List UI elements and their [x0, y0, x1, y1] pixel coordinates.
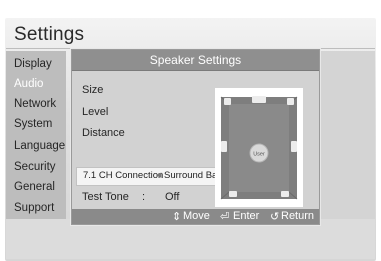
speaker-surround-back-left-icon — [229, 191, 237, 197]
right-panel-fill — [318, 51, 375, 219]
return-icon: ↺ — [270, 211, 280, 223]
arrow-left-icon[interactable]: ◀ — [156, 171, 161, 179]
speaker-center-icon — [252, 96, 266, 103]
speaker-front-left-icon — [224, 98, 231, 105]
menu-item-security[interactable]: Security — [14, 161, 56, 173]
speaker-layout-diagram: User — [215, 88, 303, 207]
menu-item-general[interactable]: General — [14, 181, 55, 193]
speaker-front-right-icon — [287, 98, 294, 105]
menu-item-language[interactable]: Language — [14, 140, 65, 152]
menu-item-audio[interactable]: Audio — [14, 78, 43, 90]
option-size[interactable]: Size — [82, 84, 103, 96]
speaker-surround-back-right-icon — [281, 191, 289, 197]
test-tone-separator: : — [142, 191, 146, 203]
enter-icon: ⏎ — [220, 211, 230, 223]
footer-enter: Enter — [233, 210, 260, 222]
dialog-title: Speaker Settings — [72, 50, 319, 71]
menu-item-network[interactable]: Network — [14, 98, 56, 110]
option-level[interactable]: Level — [82, 106, 108, 118]
menu-item-system[interactable]: System — [14, 118, 52, 130]
connection-label: 7.1 CH Connection — [83, 170, 164, 181]
user-listener-icon: User — [249, 143, 269, 163]
bottom-panel-fill — [6, 219, 375, 259]
option-distance[interactable]: Distance — [82, 127, 125, 139]
dialog-footer: ⇕ Move ⏎ Enter ↺ Return — [72, 209, 319, 224]
menu-item-display[interactable]: Display — [14, 58, 52, 70]
speaker-surround-left-icon — [221, 141, 227, 152]
page-title: Settings — [14, 24, 85, 45]
test-tone-value: Off — [165, 191, 180, 203]
footer-return: Return — [281, 210, 315, 222]
speaker-settings-dialog: Speaker Settings Size Level Distance 7.1… — [71, 49, 320, 225]
footer-move: Move — [183, 210, 210, 222]
move-updown-icon: ⇕ — [172, 211, 182, 223]
speaker-surround-right-icon — [291, 141, 297, 152]
menu-item-support[interactable]: Support — [14, 202, 54, 214]
settings-menu — [6, 51, 66, 219]
user-label: User — [253, 152, 265, 158]
option-test-tone[interactable]: Test Tone — [82, 191, 129, 203]
